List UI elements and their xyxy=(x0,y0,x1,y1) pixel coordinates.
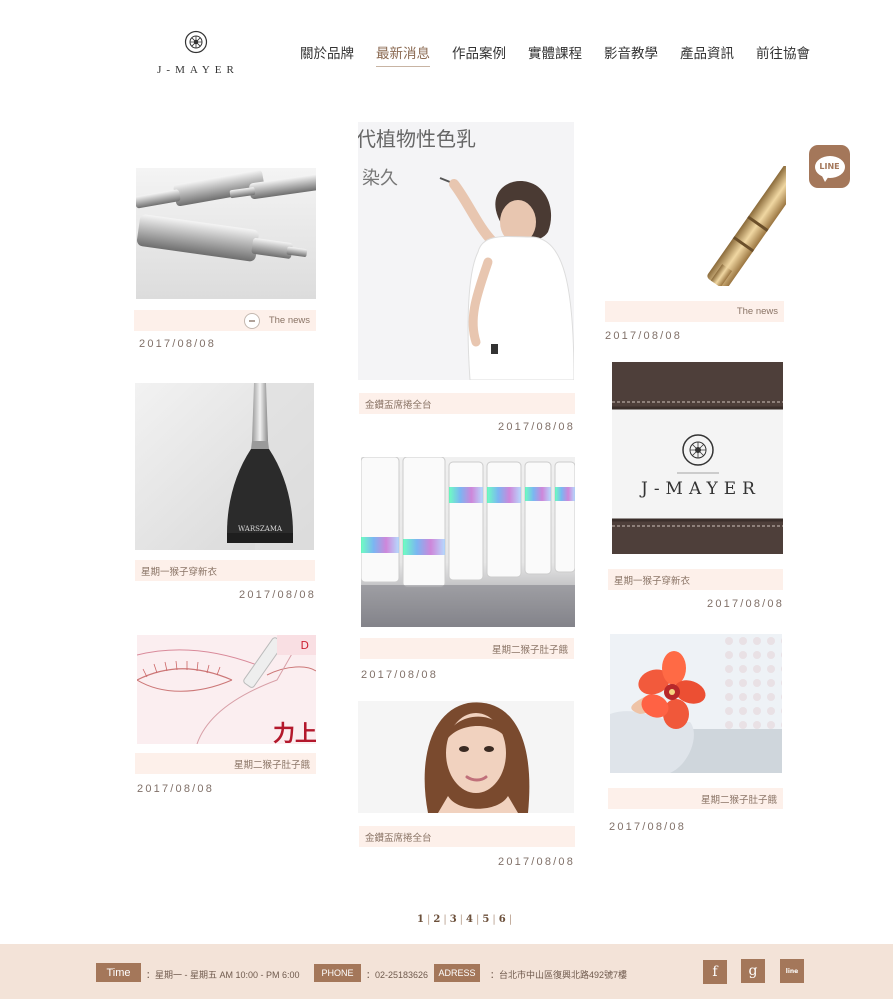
post-image-flower[interactable] xyxy=(610,634,782,773)
flower-photo xyxy=(610,634,782,773)
line-contact-button[interactable]: LINE xyxy=(809,145,850,188)
jmayer-board-text: J-MAYER xyxy=(639,479,761,499)
nav-item-courses[interactable]: 實體課程 xyxy=(528,42,582,67)
facebook-icon[interactable]: f xyxy=(703,960,727,984)
post-image-portrait[interactable] xyxy=(358,701,574,813)
whiteboard-text-2: 染久 xyxy=(362,168,398,189)
wand-photo: WARSZAMA xyxy=(135,383,314,550)
gold-pen-photo xyxy=(660,166,786,286)
post-image-jmayer-board[interactable]: J-MAYER xyxy=(612,362,783,554)
post-image-bottles[interactable] xyxy=(361,457,575,627)
post-caption[interactable]: 金鑽盃席捲全台 xyxy=(359,393,575,414)
post-image-lash[interactable]: D 力上 xyxy=(137,635,316,744)
whiteboard-photo: 代植物性色乳 染久 xyxy=(358,122,574,380)
brand-badge-icon xyxy=(243,312,260,329)
portrait-photo xyxy=(358,701,574,813)
nav-item-products[interactable]: 產品資訊 xyxy=(680,42,734,67)
post-image-wand[interactable]: WARSZAMA xyxy=(135,383,314,550)
post-caption[interactable]: 星期二猴子肚子餓 xyxy=(608,788,783,809)
brand-logo[interactable]: J-MAYER xyxy=(146,30,246,76)
post-caption[interactable]: 星期二猴子肚子餓 xyxy=(135,753,316,774)
google-plus-icon[interactable]: g xyxy=(741,959,765,983)
main-nav: 關於品牌 最新消息 作品案例 實體課程 影音教學 產品資訊 前往協會 xyxy=(300,42,832,67)
address-value: ：台北市中山區復興北路492號7樓 xyxy=(490,970,628,980)
post-caption[interactable]: 金鑽盃席捲全台 xyxy=(359,826,575,847)
time-label: Time xyxy=(96,963,141,982)
wand-brand-text: WARSZAMA xyxy=(238,525,283,533)
phone-value: ：02-25183626 xyxy=(366,970,429,980)
line-chat-icon: LINE xyxy=(814,155,845,182)
phone-label: PHONE xyxy=(314,964,361,982)
post-date: 2017/08/08 xyxy=(609,821,687,833)
nav-item-news[interactable]: 最新消息 xyxy=(376,42,430,67)
post-caption[interactable]: 星期一猴子穿新衣 xyxy=(608,569,783,590)
post-caption[interactable]: The news xyxy=(134,310,316,331)
lash-illustration: D 力上 xyxy=(137,635,316,744)
post-image-pens[interactable] xyxy=(136,168,316,299)
post-caption[interactable]: The news xyxy=(605,301,784,322)
jmayer-board-photo: J-MAYER xyxy=(612,362,783,554)
post-image-whiteboard[interactable]: 代植物性色乳 染久 xyxy=(358,122,574,380)
post-date: 2017/08/08 xyxy=(239,589,317,601)
post-date: 2017/08/08 xyxy=(707,598,785,610)
page-6[interactable]: 6 xyxy=(496,914,509,925)
page-2[interactable]: 2 xyxy=(430,914,443,925)
address-label: ADRESS xyxy=(434,964,480,982)
pens-photo xyxy=(136,168,316,299)
diamond-logo-icon xyxy=(184,30,208,54)
post-date: 2017/08/08 xyxy=(361,669,439,681)
post-date: 2017/08/08 xyxy=(605,330,683,342)
post-date: 2017/08/08 xyxy=(137,783,215,795)
page-4[interactable]: 4 xyxy=(463,914,476,925)
page-1[interactable]: 1 xyxy=(414,914,427,925)
post-date: 2017/08/08 xyxy=(498,421,576,433)
post-caption[interactable]: 星期一猴子穿新衣 xyxy=(135,560,315,581)
bottles-photo xyxy=(361,457,575,627)
nav-item-about[interactable]: 關於品牌 xyxy=(300,42,354,67)
nav-item-videos[interactable]: 影音教學 xyxy=(604,42,658,67)
line-label: LINE xyxy=(819,162,840,171)
logo-text: J-MAYER xyxy=(157,64,239,76)
post-image-gold-pen[interactable] xyxy=(660,166,786,286)
lash-overlay-text: 力上 xyxy=(273,722,316,744)
post-date: 2017/08/08 xyxy=(498,856,576,868)
post-date: 2017/08/08 xyxy=(139,338,217,350)
time-value: ：星期一 - 星期五 AM 10:00 - PM 6:00 xyxy=(146,970,300,980)
page-3[interactable]: 3 xyxy=(447,914,460,925)
svg-text:D: D xyxy=(301,639,309,652)
page-5[interactable]: 5 xyxy=(479,914,492,925)
nav-item-association[interactable]: 前往協會 xyxy=(756,42,810,67)
line-icon[interactable]: line xyxy=(780,959,804,983)
nav-item-works[interactable]: 作品案例 xyxy=(452,42,506,67)
footer: Time ：星期一 - 星期五 AM 10:00 - PM 6:00 PHONE… xyxy=(0,944,893,999)
caption-text: The news xyxy=(268,315,310,326)
post-caption[interactable]: 星期二猴子肚子餓 xyxy=(360,638,574,659)
whiteboard-text-1: 代植物性色乳 xyxy=(358,127,476,151)
pagination: 1 | 2 | 3 | 4 | 5 | 6 | xyxy=(414,914,512,925)
